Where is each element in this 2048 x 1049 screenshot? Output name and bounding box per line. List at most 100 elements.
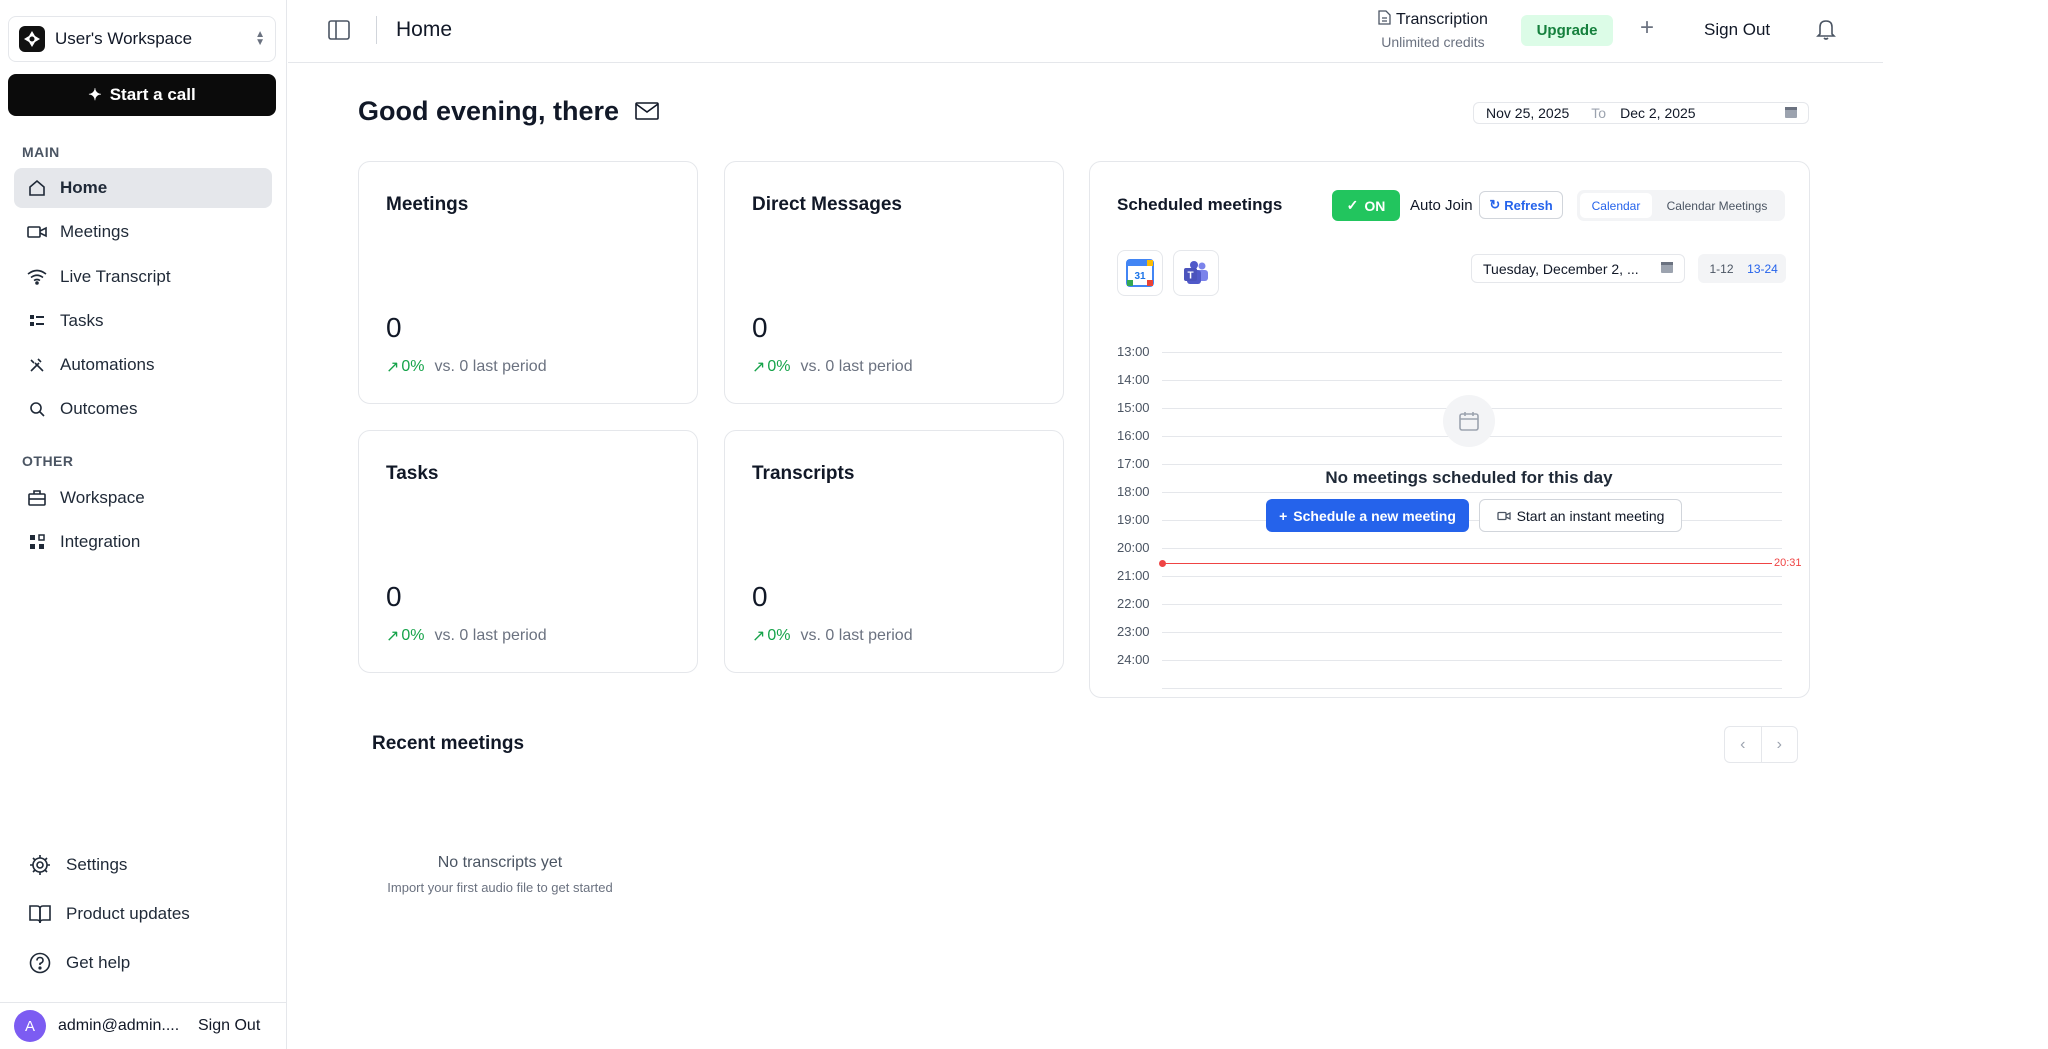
recent-meetings-title: Recent meetings <box>372 733 525 754</box>
chevron-left-icon[interactable]: ‹ <box>1725 727 1761 762</box>
sidebar-item-tasks[interactable]: Tasks <box>14 301 272 341</box>
hour-line <box>1162 604 1782 605</box>
tools-icon <box>26 354 48 376</box>
stat-value: 0 <box>752 312 768 343</box>
google-calendar-day: 31 <box>1134 271 1146 282</box>
stat-pct: 0% <box>401 358 425 375</box>
gear-icon <box>28 853 52 877</box>
stat-trend: ↗ 0% vs. 0 last period <box>752 357 913 377</box>
start-instant-meeting-button[interactable]: Start an instant meeting <box>1479 499 1682 532</box>
sidebar-item-label: Outcomes <box>60 399 138 418</box>
plus-icon: + <box>1279 507 1288 524</box>
chevron-right-icon[interactable]: › <box>1762 727 1798 762</box>
topbar-divider <box>376 16 377 44</box>
calendar-empty-icon <box>1443 395 1495 447</box>
date-to-label: To <box>1591 105 1607 121</box>
date-to: Dec 2, 2025 <box>1620 105 1696 121</box>
sidebar-item-outcomes[interactable]: Outcomes <box>14 389 272 429</box>
day-picker[interactable]: Tuesday, December 2, ... <box>1471 254 1685 283</box>
refresh-button[interactable]: ↻ Refresh <box>1479 191 1563 219</box>
sidebar-item-integration[interactable]: Integration <box>14 522 272 562</box>
sidebar-item-label: Home <box>60 178 108 197</box>
start-call-button[interactable]: ✦ Start a call <box>8 74 276 116</box>
tab-hours-13-24[interactable]: 13-24 <box>1742 257 1783 280</box>
svg-text:T: T <box>1187 271 1193 282</box>
current-time-label: 20:31 <box>1774 557 1802 569</box>
sidebar-item-get-help[interactable]: Get help <box>28 951 130 975</box>
hour-label: 22:00 <box>1117 596 1150 611</box>
sidebar-item-home[interactable]: Home <box>14 168 272 208</box>
date-range-picker[interactable]: Nov 25, 2025 To Dec 2, 2025 <box>1473 102 1809 124</box>
sidebar-item-automations[interactable]: Automations <box>14 345 272 385</box>
stat-pct: 0% <box>401 627 425 644</box>
sidebar-sign-out-button[interactable]: Sign Out <box>198 1017 260 1035</box>
product-updates-label: Product updates <box>66 904 190 923</box>
video-icon <box>26 221 48 243</box>
schedule-new-meeting-button[interactable]: + Schedule a new meeting <box>1266 499 1469 532</box>
sidebar-item-workspace[interactable]: Workspace <box>14 478 272 518</box>
toggle-sidebar-icon[interactable] <box>328 20 350 40</box>
hour-line <box>1162 632 1782 633</box>
workspace-switcher[interactable]: User's Workspace ▲ ▼ <box>8 16 276 62</box>
stat-value: 0 <box>386 581 402 612</box>
add-icon[interactable]: + <box>1640 14 1654 42</box>
refresh-label: Refresh <box>1504 197 1553 213</box>
scheduled-meetings-card: Scheduled meetings ✓ ON Auto Join ↻ Refr… <box>1089 161 1810 698</box>
teams-icon[interactable]: T <box>1173 250 1219 296</box>
greeting-text: Good evening, there <box>358 96 620 126</box>
stat-card-meetings[interactable]: Meetings 0 ↗ 0% vs. 0 last period <box>358 161 698 404</box>
arrow-up-right-icon: ↗ <box>386 359 400 376</box>
no-meetings-text: No meetings scheduled for this day <box>1325 468 1613 487</box>
sidebar-item-label: Meetings <box>60 222 129 241</box>
instant-label: Start an instant meeting <box>1516 507 1665 524</box>
document-icon <box>1378 10 1391 30</box>
hour-line <box>1162 576 1782 577</box>
avatar[interactable]: A <box>14 1010 46 1042</box>
arrow-up-right-icon: ↗ <box>386 628 400 645</box>
hour-label: 14:00 <box>1117 372 1150 387</box>
sidebar-item-settings[interactable]: Settings <box>28 853 127 877</box>
sidebar: User's Workspace ▲ ▼ ✦ Start a call MAIN … <box>0 0 287 1049</box>
section-main-label: MAIN <box>22 144 60 160</box>
upgrade-button[interactable]: Upgrade <box>1521 15 1613 46</box>
stat-card-transcripts[interactable]: Transcripts 0 ↗ 0% vs. 0 last period <box>724 430 1064 673</box>
user-email: admin@admin.... <box>58 1017 180 1034</box>
auto-join-label: Auto Join <box>1410 197 1473 214</box>
hour-label: 24:00 <box>1117 652 1150 667</box>
hour-label: 15:00 <box>1117 400 1150 415</box>
stat-trend: ↗ 0% vs. 0 last period <box>752 626 913 646</box>
no-transcripts-subtext: Import your first audio file to get star… <box>387 880 613 895</box>
tab-hours-1-12[interactable]: 1-12 <box>1701 257 1742 280</box>
stat-card-direct-messages[interactable]: Direct Messages 0 ↗ 0% vs. 0 last period <box>724 161 1064 404</box>
sidebar-item-label: Integration <box>60 532 141 551</box>
sidebar-item-product-updates[interactable]: Product updates <box>28 902 190 926</box>
stat-trend: ↗ 0% vs. 0 last period <box>386 357 547 377</box>
stat-title: Transcripts <box>752 463 855 484</box>
start-call-label: Start a call <box>109 85 196 104</box>
date-from: Nov 25, 2025 <box>1486 105 1570 121</box>
stat-compare: vs. 0 last period <box>434 627 547 644</box>
topbar: Home Transcription Unlimited credits Upg… <box>288 0 1883 63</box>
google-calendar-icon[interactable]: 31 <box>1117 250 1163 296</box>
hour-label: 13:00 <box>1117 344 1150 359</box>
plan-info[interactable]: Transcription Unlimited credits <box>1378 10 1488 50</box>
stat-compare: vs. 0 last period <box>800 627 913 644</box>
hour-label: 17:00 <box>1117 456 1150 471</box>
stat-value: 0 <box>752 581 768 612</box>
mail-icon[interactable] <box>635 96 659 127</box>
hour-label: 16:00 <box>1117 428 1150 443</box>
auto-join-toggle[interactable]: ✓ ON <box>1332 190 1400 221</box>
home-icon <box>26 177 48 199</box>
sidebar-item-meetings[interactable]: Meetings <box>14 212 272 252</box>
plan-name: Transcription <box>1396 11 1488 28</box>
tab-calendar[interactable]: Calendar <box>1580 193 1652 218</box>
topbar-sign-out-button[interactable]: Sign Out <box>1704 20 1770 40</box>
briefcase-icon <box>26 487 48 509</box>
sidebar-item-live-transcript[interactable]: Live Transcript <box>14 257 272 297</box>
stat-card-tasks[interactable]: Tasks 0 ↗ 0% vs. 0 last period <box>358 430 698 673</box>
tab-calendar-meetings[interactable]: Calendar Meetings <box>1652 193 1782 218</box>
current-time-line <box>1162 563 1772 564</box>
chevron-updown-icon: ▲ ▼ <box>255 29 265 48</box>
bell-icon[interactable] <box>1816 18 1838 42</box>
check-icon: ✓ <box>1346 197 1359 213</box>
